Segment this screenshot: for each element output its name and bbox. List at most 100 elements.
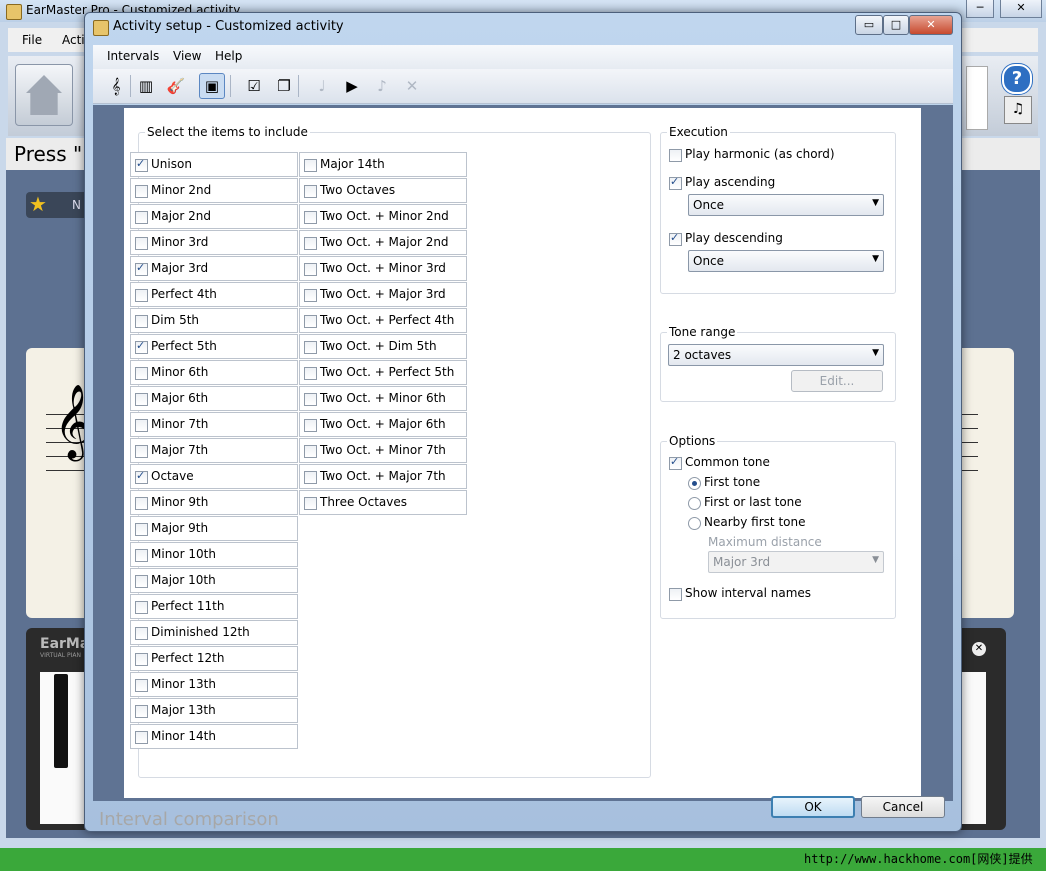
interval-checkbox[interactable] <box>135 315 148 328</box>
interval-item[interactable]: Two Oct. + Major 2nd <box>299 230 467 255</box>
radio-dot[interactable] <box>688 497 701 510</box>
cancel-button[interactable]: Cancel <box>861 796 945 818</box>
interval-checkbox[interactable] <box>135 601 148 614</box>
interval-checkbox[interactable] <box>135 497 148 510</box>
interval-item[interactable]: Minor 7th <box>130 412 298 437</box>
interval-item[interactable]: Major 6th <box>130 386 298 411</box>
main-close-button[interactable]: ✕ <box>1000 0 1042 18</box>
interval-item[interactable]: Minor 3rd <box>130 230 298 255</box>
piano-close-icon[interactable]: ✕ <box>972 642 986 656</box>
interval-checkbox[interactable] <box>304 471 317 484</box>
interval-checkbox[interactable] <box>135 549 148 562</box>
home-button[interactable] <box>15 64 73 126</box>
interval-item[interactable]: Two Octaves <box>299 178 467 203</box>
interval-checkbox[interactable] <box>135 393 148 406</box>
piano-black-key[interactable] <box>54 674 68 768</box>
interval-checkbox[interactable] <box>304 263 317 276</box>
interval-item[interactable]: Perfect 4th <box>130 282 298 307</box>
edit-range-button[interactable]: Edit... <box>791 370 883 392</box>
interval-checkbox[interactable] <box>135 705 148 718</box>
checkbox-box[interactable] <box>669 149 682 162</box>
interval-item[interactable]: Major 2nd <box>130 204 298 229</box>
add-note-icon[interactable]: ♩ <box>309 73 335 99</box>
checkbox-box[interactable] <box>669 588 682 601</box>
interval-item[interactable]: Three Octaves <box>299 490 467 515</box>
interval-checkbox[interactable] <box>304 289 317 302</box>
tone-range-select[interactable]: 2 octaves ▼ <box>668 344 884 366</box>
menu-help[interactable]: Help <box>215 49 242 63</box>
interval-item[interactable]: Minor 9th <box>130 490 298 515</box>
interval-checkbox[interactable] <box>135 339 148 354</box>
interval-item[interactable]: Diminished 12th <box>130 620 298 645</box>
checkbox-box[interactable] <box>669 231 682 246</box>
interval-checkbox[interactable] <box>135 575 148 588</box>
interval-item[interactable]: Unison <box>130 152 298 177</box>
ok-button[interactable]: OK <box>771 796 855 818</box>
interval-item[interactable]: Two Oct. + Major 6th <box>299 412 467 437</box>
interval-item[interactable]: Major 9th <box>130 516 298 541</box>
dialog-maximize-button[interactable]: □ <box>883 15 909 35</box>
interval-item[interactable]: Minor 10th <box>130 542 298 567</box>
delete-note-icon[interactable]: ✕ <box>399 73 425 99</box>
descending-mode-select[interactable]: Once ▼ <box>688 250 884 272</box>
interval-checkbox[interactable] <box>135 731 148 744</box>
interval-checkbox[interactable] <box>135 289 148 302</box>
select-all-icon[interactable]: ▣ <box>199 73 225 99</box>
interval-checkbox[interactable] <box>304 419 317 432</box>
interval-checkbox[interactable] <box>135 157 148 172</box>
play-icon[interactable]: ▶ <box>339 73 365 99</box>
piano-icon[interactable]: ▥ <box>133 73 159 99</box>
settings-note-icon[interactable]: ♪ <box>369 73 395 99</box>
interval-checkbox[interactable] <box>135 185 148 198</box>
checkbox-box[interactable] <box>669 455 682 470</box>
interval-checkbox[interactable] <box>304 315 317 328</box>
interval-item[interactable]: Perfect 11th <box>130 594 298 619</box>
interval-checkbox[interactable] <box>135 261 148 276</box>
radio-dot[interactable] <box>688 517 701 530</box>
interval-item[interactable]: Two Oct. + Major 7th <box>299 464 467 489</box>
radio-dot[interactable] <box>688 477 701 490</box>
interval-checkbox[interactable] <box>304 341 317 354</box>
check-list-icon[interactable]: ☑ <box>241 73 267 99</box>
menu-intervals[interactable]: Intervals <box>107 49 159 63</box>
piano-keys-right[interactable] <box>962 672 986 824</box>
menu-activity[interactable]: Acti <box>62 33 85 47</box>
menu-file[interactable]: File <box>22 33 42 47</box>
interval-checkbox[interactable] <box>135 419 148 432</box>
interval-checkbox[interactable] <box>135 653 148 666</box>
interval-checkbox[interactable] <box>135 445 148 458</box>
interval-item[interactable]: Two Oct. + Perfect 5th <box>299 360 467 385</box>
interval-item[interactable]: Two Oct. + Major 3rd <box>299 282 467 307</box>
interval-checkbox[interactable] <box>135 679 148 692</box>
staff-icon[interactable]: 𝄞 <box>103 73 129 99</box>
interval-item[interactable]: Two Oct. + Minor 2nd <box>299 204 467 229</box>
interval-item[interactable]: Dim 5th <box>130 308 298 333</box>
dialog-close-button[interactable]: ✕ <box>909 15 953 35</box>
interval-checkbox[interactable] <box>304 185 317 198</box>
interval-item[interactable]: Perfect 12th <box>130 646 298 671</box>
interval-item[interactable]: Major 7th <box>130 438 298 463</box>
interval-item[interactable]: Major 14th <box>299 152 467 177</box>
interval-checkbox[interactable] <box>135 469 148 484</box>
interval-item[interactable]: Minor 14th <box>130 724 298 749</box>
settings-icon[interactable]: ♫ <box>1004 96 1032 124</box>
copy-icon[interactable]: ❐ <box>271 73 297 99</box>
checkbox-box[interactable] <box>669 175 682 190</box>
dialog-minimize-button[interactable]: ▭ <box>855 15 883 35</box>
interval-checkbox[interactable] <box>135 367 148 380</box>
interval-checkbox[interactable] <box>304 211 317 224</box>
interval-checkbox[interactable] <box>304 393 317 406</box>
interval-checkbox[interactable] <box>304 497 317 510</box>
interval-item[interactable]: Major 3rd <box>130 256 298 281</box>
max-distance-select[interactable]: Major 3rd ▼ <box>708 551 884 573</box>
interval-item[interactable]: Two Oct. + Minor 6th <box>299 386 467 411</box>
interval-checkbox[interactable] <box>304 159 317 172</box>
interval-item[interactable]: Octave <box>130 464 298 489</box>
guitar-icon[interactable]: 🎸 <box>163 73 189 99</box>
interval-checkbox[interactable] <box>304 367 317 380</box>
interval-checkbox[interactable] <box>304 445 317 458</box>
main-minimize-button[interactable]: ─ <box>966 0 994 18</box>
ascending-mode-select[interactable]: Once ▼ <box>688 194 884 216</box>
volume-slider[interactable] <box>966 66 988 130</box>
menu-view[interactable]: View <box>173 49 201 63</box>
